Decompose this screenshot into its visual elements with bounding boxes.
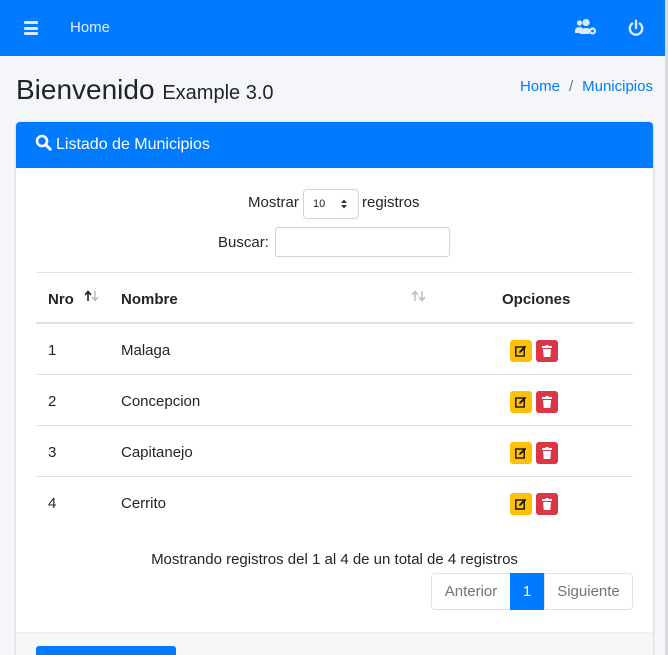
breadcrumb-home[interactable]: Home: [520, 78, 560, 95]
card-footer: [16, 632, 653, 655]
edit-icon: [515, 447, 527, 459]
top-navbar: Home: [0, 0, 665, 56]
table-info: Mostrando registros del 1 al 4 de un tot…: [151, 551, 518, 568]
column-opciones: Opciones: [502, 291, 571, 308]
search-label: Buscar:: [218, 234, 269, 251]
page-subtitle: Example 3.0: [162, 82, 274, 104]
sort-asc-icon[interactable]: [83, 290, 101, 302]
cell-nro: 1: [48, 342, 57, 359]
cell-nombre: Concepcion: [121, 393, 201, 410]
select-arrows-icon: [341, 199, 347, 209]
column-nro[interactable]: Nro: [48, 291, 74, 308]
card-header: Listado de Municipios: [16, 122, 653, 168]
column-nombre[interactable]: Nombre: [121, 291, 178, 308]
edit-icon: [515, 498, 527, 510]
length-suffix: registros: [362, 194, 420, 211]
breadcrumb: Home / Municipios: [520, 78, 653, 95]
page-title: Bienvenido Example 3.0: [16, 74, 274, 106]
power-icon[interactable]: [627, 19, 645, 42]
delete-button[interactable]: [536, 340, 558, 362]
page-length-value: 10: [313, 198, 326, 210]
page-length-select[interactable]: 10: [303, 189, 359, 219]
table-row: 1 Malaga: [36, 324, 633, 375]
length-prefix: Mostrar: [248, 194, 299, 211]
edit-button[interactable]: [510, 391, 532, 413]
search-input[interactable]: [275, 227, 450, 257]
bars-icon[interactable]: [24, 21, 38, 35]
trash-icon: [542, 447, 552, 459]
delete-button[interactable]: [536, 391, 558, 413]
pagination-previous[interactable]: Anterior: [431, 573, 511, 610]
cell-nombre: Cerrito: [121, 495, 167, 512]
breadcrumb-separator: /: [568, 78, 574, 95]
page-title-text: Bienvenido: [16, 74, 155, 105]
breadcrumb-municipios[interactable]: Municipios: [582, 78, 653, 95]
table-header: Nro Nombre Opciones: [36, 272, 633, 324]
cell-nro: 4: [48, 495, 57, 512]
edit-button[interactable]: [510, 340, 532, 362]
nav-home-link[interactable]: Home: [70, 19, 110, 36]
users-cog-icon[interactable]: [575, 18, 597, 41]
edit-button[interactable]: [510, 442, 532, 464]
cell-nombre: Malaga: [121, 342, 171, 359]
cell-nro: 2: [48, 393, 57, 410]
cell-nro: 3: [48, 444, 57, 461]
delete-button[interactable]: [536, 442, 558, 464]
trash-icon: [542, 396, 552, 408]
search-icon: [35, 134, 52, 151]
table-row: 2 Concepcion: [36, 375, 633, 426]
edit-icon: [515, 345, 527, 357]
municipios-card: Listado de Municipios Mostrar 10 registr…: [16, 122, 653, 655]
table-row: 4 Cerrito: [36, 477, 633, 528]
edit-icon: [515, 396, 527, 408]
pagination-page-1[interactable]: 1: [510, 573, 544, 610]
delete-button[interactable]: [536, 493, 558, 515]
trash-icon: [542, 345, 552, 357]
card-title-text: Listado de Municipios: [56, 136, 210, 153]
pagination-next[interactable]: Siguiente: [544, 573, 633, 610]
card-title: Listado de Municipios: [35, 134, 210, 154]
table-row: 3 Capitanejo: [36, 426, 633, 477]
edit-button[interactable]: [510, 493, 532, 515]
trash-icon: [542, 498, 552, 510]
sort-both-icon[interactable]: [410, 290, 428, 302]
cell-nombre: Capitanejo: [121, 444, 193, 461]
footer-button[interactable]: [36, 646, 176, 655]
municipios-table: Nro Nombre Opciones 1 Malaga 2 Concepcio…: [36, 272, 633, 528]
